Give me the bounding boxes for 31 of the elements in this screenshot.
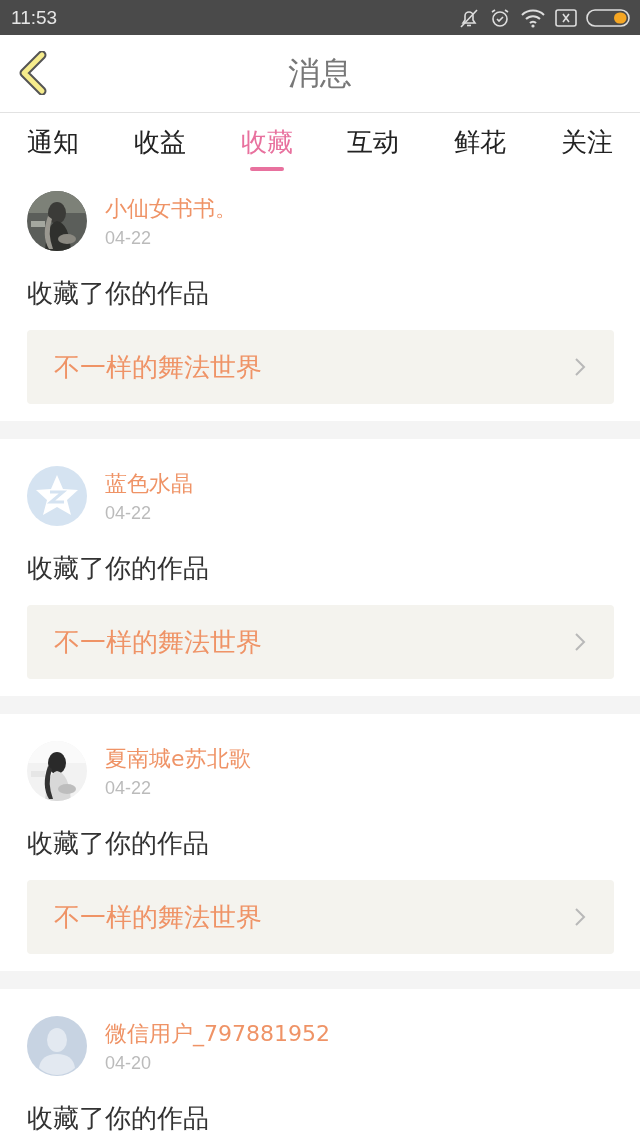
work-link[interactable]: 不一样的舞法世界 xyxy=(27,605,614,679)
user-name[interactable]: 小仙女书书。 xyxy=(105,193,237,224)
tab[interactable]: 收藏 xyxy=(213,113,320,171)
chevron-right-icon xyxy=(574,907,586,927)
tab[interactable]: 通知 xyxy=(0,113,107,171)
user-name[interactable]: 微信用户_797881952 xyxy=(105,1018,330,1049)
message-text: 收藏了你的作品 xyxy=(27,277,210,310)
avatar-silhouette-icon xyxy=(27,1016,87,1076)
tab[interactable]: 关注 xyxy=(533,113,640,171)
clock-time: 11:53 xyxy=(11,6,58,29)
message-date: 04-22 xyxy=(105,777,153,799)
page-title: 消息 xyxy=(288,52,352,94)
chevron-right-icon xyxy=(574,632,586,652)
alarm-icon xyxy=(489,6,511,29)
tab[interactable]: 互动 xyxy=(320,113,427,171)
message-date: 04-22 xyxy=(105,227,153,249)
user-name[interactable]: 蓝色水晶 xyxy=(105,468,193,499)
sim-card-icon xyxy=(555,7,577,28)
chevron-right-icon xyxy=(574,357,586,377)
message-date: 04-20 xyxy=(105,1052,153,1074)
tab[interactable]: 鲜花 xyxy=(426,113,534,171)
battery-icon xyxy=(586,7,630,28)
message-text: 收藏了你的作品 xyxy=(27,552,210,585)
message-text: 收藏了你的作品 xyxy=(27,1102,210,1135)
message-date: 04-22 xyxy=(105,502,153,524)
user-name[interactable]: 夏南城e苏北歌 xyxy=(105,743,251,774)
work-link[interactable]: 不一样的舞法世界 xyxy=(27,880,614,954)
work-link[interactable]: 不一样的舞法世界 xyxy=(27,330,614,404)
tab[interactable]: 收益 xyxy=(106,113,214,171)
message-text: 收藏了你的作品 xyxy=(27,827,210,860)
back-icon[interactable] xyxy=(18,51,48,95)
